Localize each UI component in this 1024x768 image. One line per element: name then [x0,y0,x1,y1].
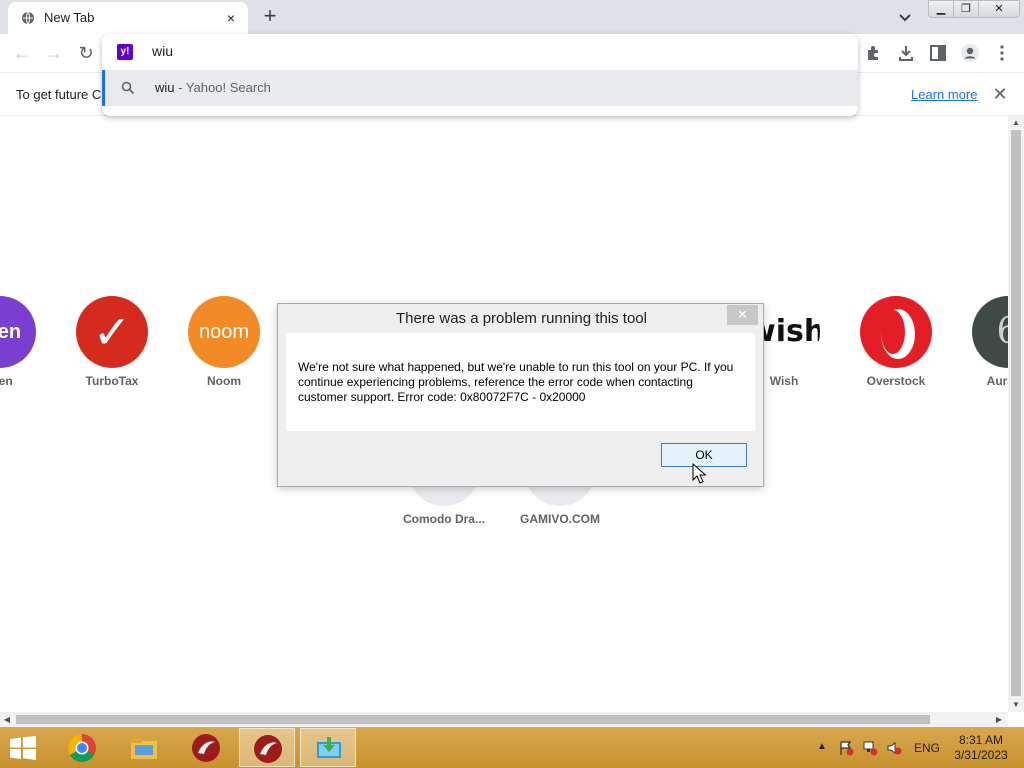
horizontal-scrollbar[interactable]: ◀ ▶ [0,712,1008,727]
taskbar-app-comodo-dragon-active[interactable] [239,728,295,767]
action-center-flag-icon[interactable] [838,740,854,756]
dialog-body: We're not sure what happened, but we're … [286,333,755,431]
network-icon[interactable] [862,740,878,756]
taskbar: ▲ ENG 8:31 AM 3/31/2023 [0,727,1024,768]
window-minimize-button[interactable]: ▁ [928,0,954,18]
forward-button[interactable]: → [42,41,66,65]
scroll-up-arrow-icon[interactable]: ▲ [1008,116,1024,130]
more-menu-icon[interactable] [992,43,1012,63]
window-close-button[interactable]: ✕ [978,0,1020,18]
infobar-close-icon[interactable]: ✕ [990,84,1010,104]
omnibox-suggestion[interactable]: wiu - Yahoo! Search [102,70,858,106]
shortcut-icon: uten [0,296,36,368]
address-bar-input[interactable]: wiu [152,43,173,59]
suggestion-query: wiu [155,80,175,95]
windows-start-icon[interactable] [8,736,38,760]
reload-button[interactable]: ↻ [74,41,98,65]
shortcut-tile[interactable]: noom Noom [168,296,280,396]
language-indicator[interactable]: ENG [914,741,940,768]
vertical-scroll-thumb[interactable] [1011,130,1021,696]
back-button[interactable]: ← [10,41,34,65]
file-explorer-icon [131,738,157,759]
shortcut-tile[interactable]: Overstock [840,296,952,396]
volume-muted-icon[interactable] [886,740,902,756]
comodo-dragon-icon [192,734,220,762]
shortcut-icon: 6 [972,296,1008,368]
clock-date: 3/31/2023 [954,748,1008,762]
clock[interactable]: 8:31 AM 3/31/2023 [950,733,1012,768]
shortcut-label: Noom [207,374,241,388]
shortcut-icon: noom [188,296,260,368]
tab-title: New Tab [44,10,95,25]
shortcut-label: TurboTax [85,374,139,388]
tab-strip: New Tab × + ▁ ❐ ✕ [0,0,1024,34]
dialog-title: There was a problem running this tool [396,310,647,327]
infobar-message: To get future C [16,87,102,102]
scroll-left-arrow-icon[interactable]: ◀ [0,712,14,727]
chrome-icon [68,734,96,762]
new-tab-button[interactable]: + [258,5,282,29]
dialog-close-button[interactable]: ✕ [727,305,758,325]
taskbar-app-comodo-dragon[interactable] [178,728,234,767]
horizontal-scroll-thumb[interactable] [16,715,930,724]
tab-search-chevron-icon[interactable] [896,8,914,26]
download-icon[interactable] [896,43,916,63]
overstock-logo-icon [860,296,932,368]
dialog-message: We're not sure what happened, but we're … [298,360,734,404]
tab-close-icon[interactable]: × [222,9,240,27]
shortcut-tile[interactable]: 6 Aurater [952,296,1008,396]
tab-new-tab[interactable]: New Tab × [8,2,248,34]
mouse-cursor-icon [692,463,706,484]
shortcut-label: Comodo Dra... [402,512,485,526]
clock-time: 8:31 AM [958,733,1004,747]
shortcut-label: Overstock [866,374,926,388]
tray-overflow-icon[interactable]: ▲ [816,741,828,753]
search-icon [121,81,135,95]
side-panel-icon[interactable] [928,43,948,63]
media-creation-tool-icon [317,737,341,758]
taskbar-app-chrome[interactable] [54,728,110,767]
taskbar-app-file-explorer[interactable] [116,728,172,767]
shortcut-label: Aurater [986,374,1008,388]
taskbar-app-media-creation-tool[interactable] [300,728,356,767]
profile-icon[interactable] [960,43,980,63]
globe-icon [22,11,34,25]
scroll-right-arrow-icon[interactable]: ▶ [992,712,1006,727]
shortcut-label: uten [0,374,13,388]
error-dialog: There was a problem running this tool ✕ … [277,303,764,487]
learn-more-link[interactable]: Learn more [911,87,977,102]
puzzle-extensions-icon[interactable] [864,43,884,63]
shortcut-label: GAMIVO.COM [520,512,600,526]
yahoo-logo-icon: y! [117,44,133,60]
suggestion-separator: - [174,80,186,95]
suggestion-engine: Yahoo! Search [185,80,271,95]
comodo-dragon-active-icon [254,735,282,763]
omnibox-dropdown: y! wiu wiu - Yahoo! Search [102,34,858,116]
shortcut-tile[interactable]: uten uten [0,296,56,396]
shortcut-icon: ✓ [76,296,148,368]
vertical-scrollbar[interactable]: ▲ ▼ [1008,116,1024,712]
shortcut-tile[interactable]: ✓ TurboTax [56,296,168,396]
window-maximize-button[interactable]: ❐ [953,0,979,18]
scroll-down-arrow-icon[interactable]: ▼ [1008,698,1024,712]
